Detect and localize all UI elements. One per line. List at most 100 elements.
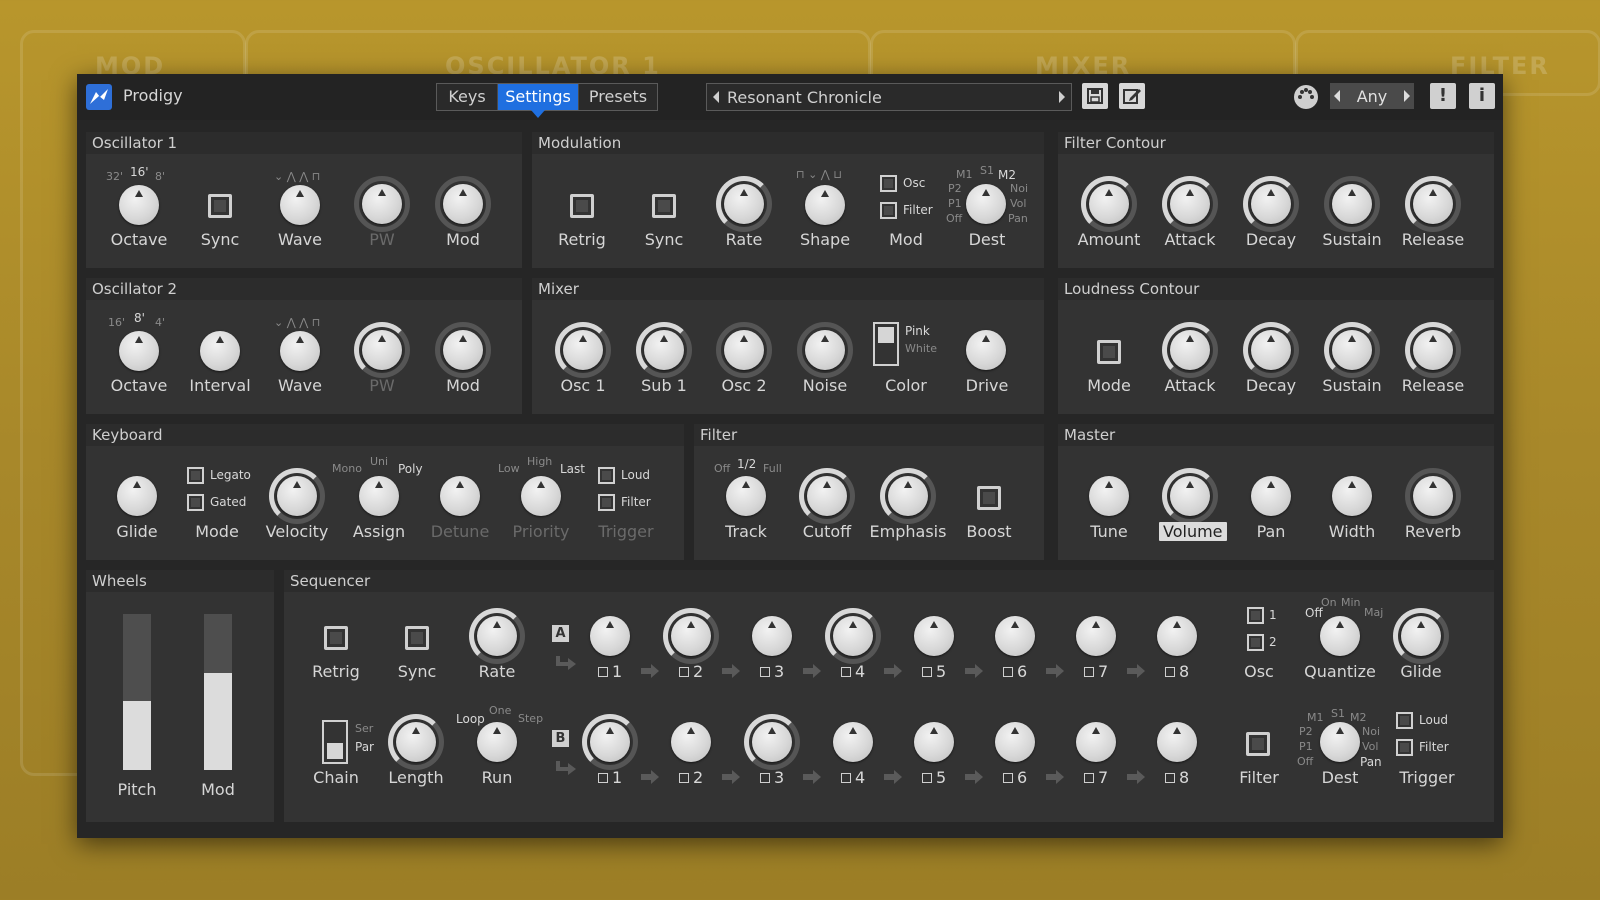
tab-presets[interactable]: Presets xyxy=(579,84,657,110)
seq-trigger-filter-checkbox[interactable] xyxy=(1396,739,1413,756)
step-knob[interactable] xyxy=(914,616,954,656)
octave-knob[interactable] xyxy=(119,331,159,371)
velocity-knob[interactable] xyxy=(277,476,317,516)
rate-knob[interactable] xyxy=(724,184,764,224)
step-enable-checkbox[interactable] xyxy=(1003,773,1013,783)
step-knob[interactable] xyxy=(833,616,873,656)
step-enable-checkbox[interactable] xyxy=(598,773,608,783)
step-knob[interactable] xyxy=(752,722,792,762)
cutoff-knob[interactable] xyxy=(807,476,847,516)
preset-selector[interactable]: Resonant Chronicle xyxy=(706,83,1072,111)
step-enable-checkbox[interactable] xyxy=(1084,667,1094,677)
step-enable-checkbox[interactable] xyxy=(1003,667,1013,677)
interval-knob[interactable] xyxy=(200,331,240,371)
priority-knob[interactable] xyxy=(521,476,561,516)
emphasis-knob[interactable] xyxy=(888,476,928,516)
seq-sync-toggle[interactable] xyxy=(405,626,429,650)
seq-osc2-checkbox[interactable] xyxy=(1247,634,1264,651)
drive-knob[interactable] xyxy=(966,330,1006,370)
release-knob[interactable] xyxy=(1413,330,1453,370)
length-knob[interactable] xyxy=(396,722,436,762)
step-knob[interactable] xyxy=(590,722,630,762)
pw-knob[interactable] xyxy=(362,184,402,224)
attack-knob[interactable] xyxy=(1170,184,1210,224)
step-knob[interactable] xyxy=(1157,722,1197,762)
mod-wheel[interactable] xyxy=(204,614,232,770)
mod-filter-checkbox[interactable] xyxy=(880,202,897,219)
step-enable-checkbox[interactable] xyxy=(922,773,932,783)
legato-checkbox[interactable] xyxy=(187,467,204,484)
step-enable-checkbox[interactable] xyxy=(841,773,851,783)
release-knob[interactable] xyxy=(1413,184,1453,224)
glide-knob[interactable] xyxy=(117,476,157,516)
sync-toggle[interactable] xyxy=(208,194,232,218)
step-knob[interactable] xyxy=(590,616,630,656)
step-enable-checkbox[interactable] xyxy=(1165,773,1175,783)
step-enable-checkbox[interactable] xyxy=(598,667,608,677)
step-knob[interactable] xyxy=(671,722,711,762)
pitch-wheel[interactable] xyxy=(123,614,151,770)
seq-rate-knob[interactable] xyxy=(477,616,517,656)
trigger-loud-checkbox[interactable] xyxy=(598,467,615,484)
save-preset-button[interactable] xyxy=(1082,83,1108,109)
detune-knob[interactable] xyxy=(440,476,480,516)
step-enable-checkbox[interactable] xyxy=(679,773,689,783)
seq-retrig-toggle[interactable] xyxy=(324,626,348,650)
shape-knob[interactable] xyxy=(805,185,845,225)
assign-knob[interactable] xyxy=(359,476,399,516)
wave-knob[interactable] xyxy=(280,185,320,225)
prev-preset-icon[interactable] xyxy=(713,91,719,103)
run-knob[interactable] xyxy=(477,722,517,762)
step-knob[interactable] xyxy=(833,722,873,762)
midi-icon[interactable] xyxy=(1294,85,1318,109)
voice-selector[interactable]: Any xyxy=(1330,83,1414,109)
step-knob[interactable] xyxy=(914,722,954,762)
mod-osc-checkbox[interactable] xyxy=(880,175,897,192)
sustain-knob[interactable] xyxy=(1332,184,1372,224)
volume-knob[interactable] xyxy=(1170,476,1210,516)
pan-knob[interactable] xyxy=(1251,476,1291,516)
step-knob[interactable] xyxy=(1076,616,1116,656)
retrig-toggle[interactable] xyxy=(570,194,594,218)
step-knob[interactable] xyxy=(995,616,1035,656)
seq-osc1-checkbox[interactable] xyxy=(1247,607,1264,624)
trigger-filter-checkbox[interactable] xyxy=(598,494,615,511)
attack-knob[interactable] xyxy=(1170,330,1210,370)
wave-knob[interactable] xyxy=(280,331,320,371)
amount-knob[interactable] xyxy=(1089,184,1129,224)
step-enable-checkbox[interactable] xyxy=(760,667,770,677)
mode-toggle[interactable] xyxy=(1097,340,1121,364)
osc2-level-knob[interactable] xyxy=(724,330,764,370)
step-enable-checkbox[interactable] xyxy=(1165,667,1175,677)
mod-knob[interactable] xyxy=(443,184,483,224)
pw-knob[interactable] xyxy=(362,330,402,370)
seq-filter-toggle[interactable] xyxy=(1246,732,1270,756)
seq-trigger-loud-checkbox[interactable] xyxy=(1396,712,1413,729)
width-knob[interactable] xyxy=(1332,476,1372,516)
sustain-knob[interactable] xyxy=(1332,330,1372,370)
step-knob[interactable] xyxy=(671,616,711,656)
seq-dest-knob[interactable] xyxy=(1320,722,1360,762)
step-enable-checkbox[interactable] xyxy=(841,667,851,677)
alert-button[interactable]: ! xyxy=(1430,83,1456,109)
step-knob[interactable] xyxy=(752,616,792,656)
chain-switch[interactable] xyxy=(322,720,348,764)
osc1-level-knob[interactable] xyxy=(563,330,603,370)
octave-knob[interactable] xyxy=(119,185,159,225)
step-knob[interactable] xyxy=(995,722,1035,762)
step-enable-checkbox[interactable] xyxy=(922,667,932,677)
step-enable-checkbox[interactable] xyxy=(760,773,770,783)
quantize-knob[interactable] xyxy=(1320,616,1360,656)
mod-knob[interactable] xyxy=(443,330,483,370)
edit-preset-button[interactable] xyxy=(1119,83,1145,109)
dest-knob[interactable] xyxy=(966,184,1006,224)
seq-glide-knob[interactable] xyxy=(1401,616,1441,656)
sub1-level-knob[interactable] xyxy=(644,330,684,370)
next-voice-icon[interactable] xyxy=(1404,90,1410,102)
step-knob[interactable] xyxy=(1076,722,1116,762)
tune-knob[interactable] xyxy=(1089,476,1129,516)
track-knob[interactable] xyxy=(726,476,766,516)
reverb-knob[interactable] xyxy=(1413,476,1453,516)
sync-toggle[interactable] xyxy=(652,194,676,218)
step-knob[interactable] xyxy=(1157,616,1197,656)
